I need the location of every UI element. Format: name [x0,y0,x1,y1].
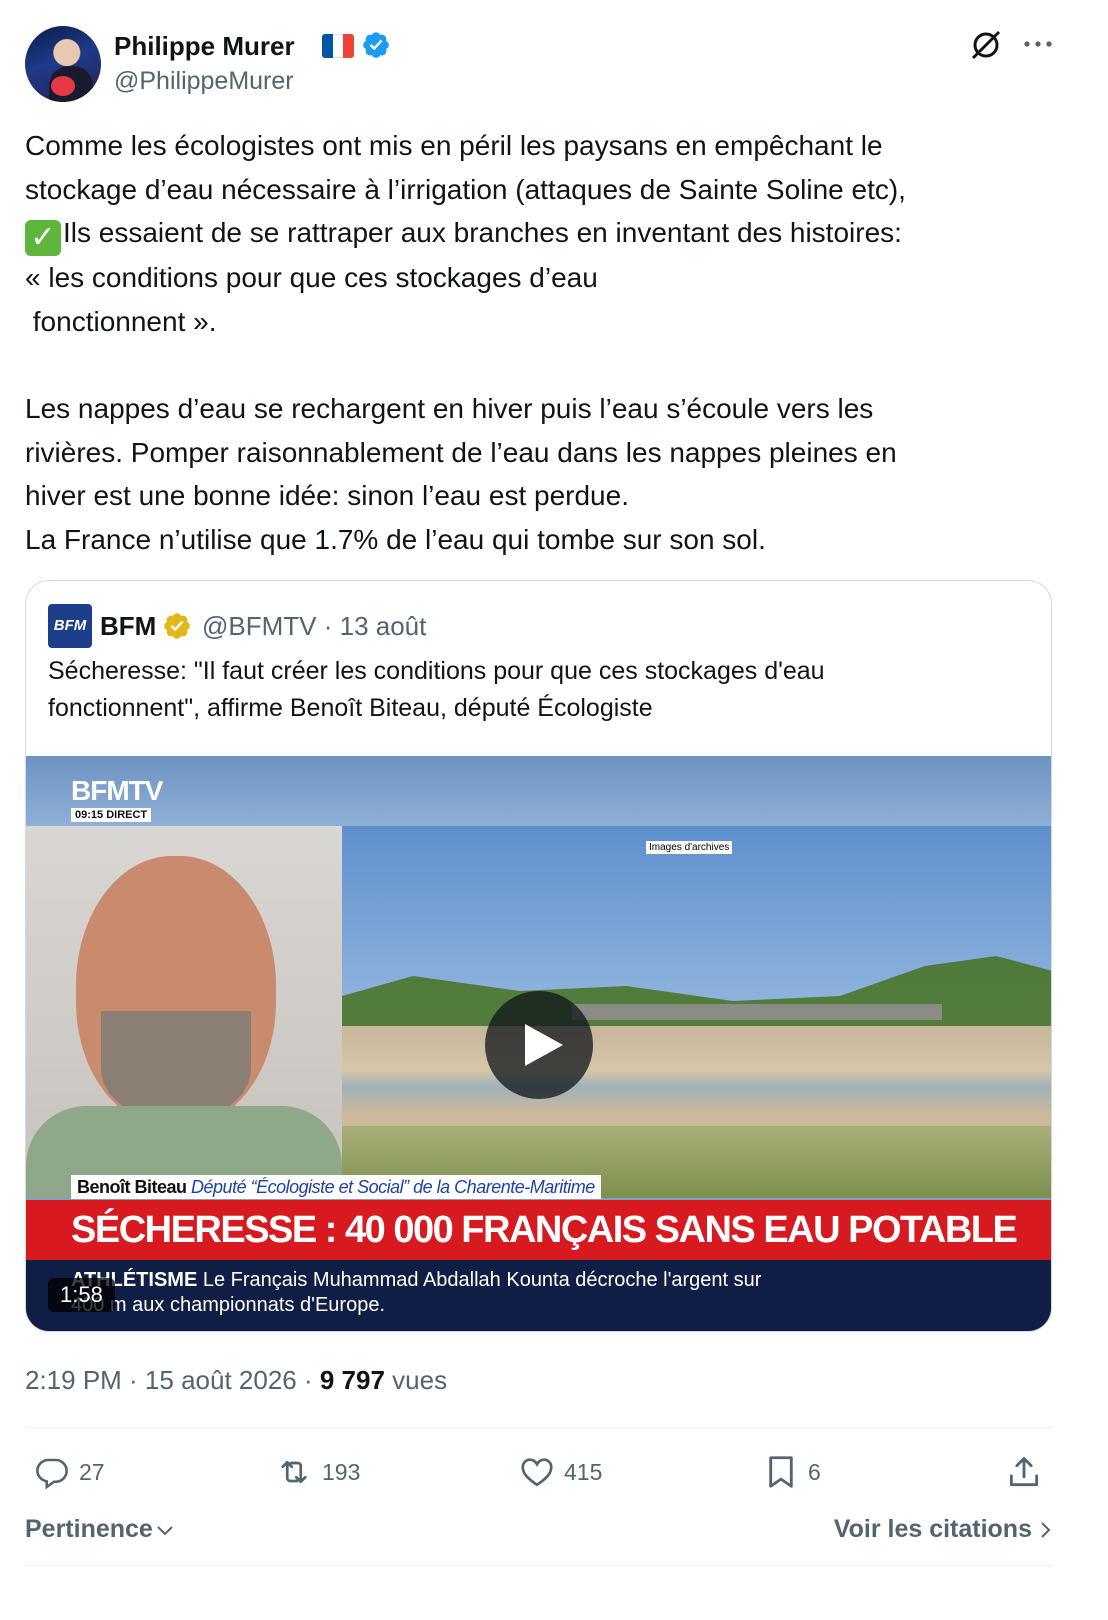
tweet-line: hiver est une bonne idée: sinon l’eau es… [25,480,629,512]
grok-icon[interactable] [969,28,1003,62]
like-button[interactable]: 415 [518,1448,602,1496]
quoted-author-name[interactable]: BFM [100,609,156,643]
ticker-line: Le Français Muhammad Abdallah Kounta déc… [197,1269,762,1291]
author-name[interactable]: Philippe Murer [114,30,295,62]
river [342,1026,1051,1136]
chevron-right-icon [1041,1522,1051,1538]
headline-banner: SÉCHERESSE : 40 000 FRANÇAIS SANS EAU PO… [26,1200,1051,1260]
speaker-name: Benoît Biteau [77,1177,187,1197]
speaker-role: Député “Écologiste et Social” de la Char… [191,1177,595,1197]
heart-icon [521,1458,553,1487]
speaker-strap: Benoît Biteau Député “Écologiste et Soci… [71,1175,601,1199]
archive-label: Images d'archives [646,841,733,854]
quoted-text-line: fonctionnent", affirme Benoît Biteau, dé… [48,693,653,722]
speaker-beard [101,1011,251,1121]
speaker-frame [26,826,342,1198]
repost-icon [281,1460,307,1484]
like-count: 415 [564,1458,603,1485]
sort-dropdown[interactable]: Pertinence [25,1511,175,1547]
bookmark-button[interactable]: 6 [762,1448,821,1496]
reply-button[interactable]: 27 [33,1448,105,1496]
video-player[interactable]: BFMTV 09:15 DIRECT Images d'archives Ben… [26,756,1051,1331]
sort-label: Pertinence [25,1515,153,1543]
author-handle[interactable]: @PhilippeMurer [114,66,294,96]
gold-verified-badge-icon [164,613,190,639]
share-button[interactable] [1005,1448,1051,1496]
tweet-timestamp[interactable]: 2:19 PM · 15 août 2026 · 9 797 vues [25,1362,447,1398]
quotes-label: Voir les citations [833,1515,1032,1543]
divider [25,1565,1053,1566]
tweet-header: Philippe Murer @PhilippeMurer [25,26,1085,102]
video-duration: 1:58 [48,1278,115,1312]
broadcast-clock: 09:15 DIRECT [71,808,152,822]
bridge [572,1004,942,1020]
quoted-tweet[interactable]: BFM BFM @BFMTV · 13 août Sécheresse: "Il… [25,580,1052,1332]
views-label: vues [384,1365,448,1395]
quoted-avatar[interactable]: BFM [48,604,92,648]
tweet-line: fonctionnent ». [25,305,217,337]
chevron-down-icon [157,1526,173,1536]
repost-count: 193 [322,1458,361,1485]
reply-count: 27 [79,1458,105,1485]
bfmtv-logo: BFMTV [71,775,163,806]
video-sky [26,756,1051,826]
news-ticker: ATHLÉTISME Le Français Muhammad Abdallah… [26,1260,1051,1331]
quoted-meta: @BFMTV · 13 août [202,611,427,641]
reply-icon [36,1458,68,1490]
tweet-line: stockage d’eau nécessaire à l’irrigation… [25,173,906,205]
france-flag-icon [322,34,354,58]
divider [25,1427,1053,1428]
share-icon [1009,1457,1039,1487]
bookmark-icon [769,1456,793,1488]
tweet-line: « les conditions pour que ces stockages … [25,262,598,294]
repost-button[interactable]: 193 [274,1448,360,1496]
tweet-line: Comme les écologistes ont mis en péril l… [25,130,883,161]
play-icon [525,1024,563,1066]
views-count: 9 797 [319,1365,385,1395]
tweet-line: La France n’utilise que 1.7% de l’eau qu… [25,523,766,555]
ticker-line: 400 m aux championnats d'Europe. [71,1294,386,1316]
tweet-line: Les nappes d’eau se rechargent en hiver … [25,392,874,424]
post-time[interactable]: 2:19 PM · 15 août 2026 · [25,1365,320,1395]
verified-badge-icon [363,32,389,58]
bookmark-count: 6 [808,1458,821,1485]
check-mark-icon: ✓ [25,220,61,257]
quoted-text-line: Sécheresse: "Il faut créer les condition… [48,657,825,685]
tweet-text: Comme les écologistes ont mis en péril l… [25,124,1085,561]
view-quotes-link[interactable]: Voir les citations [834,1511,1054,1547]
avatar[interactable] [25,26,101,102]
play-button[interactable] [485,991,593,1099]
river-landscape [342,826,1051,1198]
quoted-text: Sécheresse: "Il faut créer les condition… [48,653,1028,726]
more-options-icon[interactable] [1021,32,1055,56]
tweet-line: rivières. Pomper raisonnablement de l’ea… [25,436,897,468]
tweet-line: Ils essaient de se rattraper aux branche… [63,217,902,249]
